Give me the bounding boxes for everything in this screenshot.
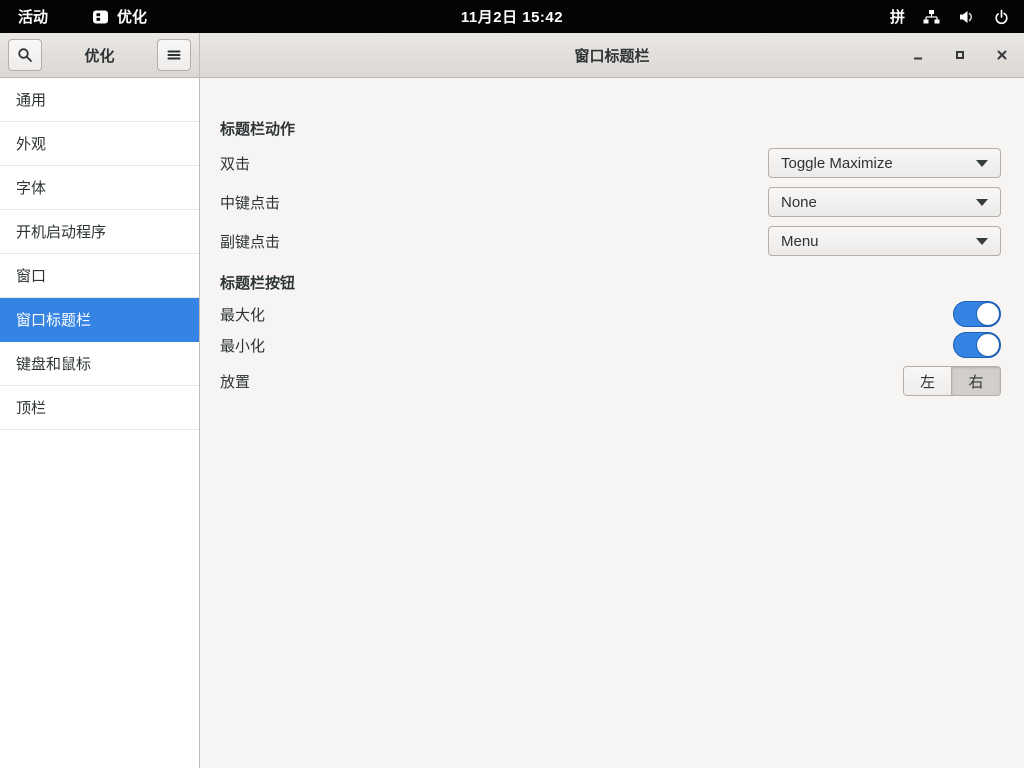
minimize-button[interactable] (908, 45, 928, 65)
tweaks-window: 优化 通用 外观 字体 开机启动程序 窗口 窗口标题栏 键盘和鼠标 顶栏 (0, 33, 1024, 768)
app-menu-label: 优化 (117, 6, 147, 27)
minimize-toggle[interactable] (953, 332, 1001, 358)
topbar-system-tray: 拼 (890, 0, 1024, 33)
middle-click-label: 中键点击 (220, 192, 768, 213)
topbar-left: 活动 优化 (0, 0, 153, 33)
placement-segmented-control: 左 右 (903, 366, 1001, 396)
sidebar: 优化 通用 外观 字体 开机启动程序 窗口 窗口标题栏 键盘和鼠标 顶栏 (0, 33, 200, 768)
search-icon (17, 47, 33, 63)
sidebar-item-startup[interactable]: 开机启动程序 (0, 210, 199, 254)
maximize-icon (953, 48, 967, 62)
sidebar-headerbar: 优化 (0, 33, 199, 78)
ime-indicator[interactable]: 拼 (890, 6, 905, 27)
secondary-click-label: 副键点击 (220, 231, 768, 252)
toggle-knob (976, 333, 1000, 357)
toggle-knob (976, 302, 1000, 326)
sidebar-list: 通用 外观 字体 开机启动程序 窗口 窗口标题栏 键盘和鼠标 顶栏 (0, 78, 199, 768)
volume-icon[interactable] (958, 9, 975, 25)
double-click-dropdown[interactable]: Toggle Maximize (768, 148, 1001, 178)
secondary-click-row: 副键点击 Menu (220, 226, 1001, 256)
titlebar-actions-rows: 双击 Toggle Maximize 中键点击 None 副键点击 (220, 148, 1001, 256)
sidebar-item-appearance[interactable]: 外观 (0, 122, 199, 166)
main-panel: 窗口标题栏 (200, 33, 1024, 768)
main-headerbar: 窗口标题栏 (200, 33, 1024, 78)
page-title: 窗口标题栏 (574, 45, 649, 66)
titlebar-settings-content: 标题栏动作 双击 Toggle Maximize 中键点击 None (200, 78, 1024, 396)
sidebar-item-window-titlebars[interactable]: 窗口标题栏 (0, 298, 199, 342)
sidebar-item-top-bar[interactable]: 顶栏 (0, 386, 199, 430)
app-menu-button[interactable]: 优化 (86, 0, 153, 33)
placement-row: 放置 左 右 (220, 366, 1001, 396)
double-click-value: Toggle Maximize (781, 155, 976, 172)
sidebar-item-general[interactable]: 通用 (0, 78, 199, 122)
maximize-label: 最大化 (220, 304, 953, 325)
clock[interactable]: 11月2日 15:42 (461, 0, 563, 33)
gnome-top-bar: 活动 优化 11月2日 15:42 拼 (0, 0, 1024, 33)
power-icon[interactable] (993, 9, 1010, 25)
titlebar-actions-heading: 标题栏动作 (220, 118, 1001, 142)
sidebar-item-fonts[interactable]: 字体 (0, 166, 199, 210)
close-icon (995, 48, 1009, 62)
window-controls (908, 33, 1012, 77)
double-click-row: 双击 Toggle Maximize (220, 148, 1001, 178)
primary-menu-button[interactable] (157, 39, 191, 71)
placement-right-button[interactable]: 右 (952, 367, 1000, 395)
minimize-icon (911, 48, 925, 62)
minimize-row: 最小化 (220, 332, 1001, 358)
middle-click-row: 中键点击 None (220, 187, 1001, 217)
secondary-click-dropdown[interactable]: Menu (768, 226, 1001, 256)
sidebar-item-keyboard-mouse[interactable]: 键盘和鼠标 (0, 342, 199, 386)
double-click-label: 双击 (220, 153, 768, 174)
placement-label: 放置 (220, 371, 903, 392)
titlebar-buttons-heading: 标题栏按钮 (220, 272, 1001, 296)
sidebar-title: 优化 (84, 45, 114, 66)
chevron-down-icon (976, 199, 988, 206)
tweaks-app-icon (92, 9, 109, 25)
chevron-down-icon (976, 238, 988, 245)
minimize-label: 最小化 (220, 335, 953, 356)
middle-click-dropdown[interactable]: None (768, 187, 1001, 217)
maximize-row: 最大化 (220, 301, 1001, 327)
activities-button[interactable]: 活动 (0, 0, 66, 33)
placement-left-button[interactable]: 左 (904, 367, 952, 395)
maximize-toggle[interactable] (953, 301, 1001, 327)
network-icon[interactable] (923, 9, 940, 25)
search-button[interactable] (8, 39, 42, 71)
chevron-down-icon (976, 160, 988, 167)
close-button[interactable] (992, 45, 1012, 65)
menu-icon (166, 47, 182, 63)
maximize-button[interactable] (950, 45, 970, 65)
secondary-click-value: Menu (781, 233, 976, 250)
middle-click-value: None (781, 194, 976, 211)
sidebar-item-windows[interactable]: 窗口 (0, 254, 199, 298)
